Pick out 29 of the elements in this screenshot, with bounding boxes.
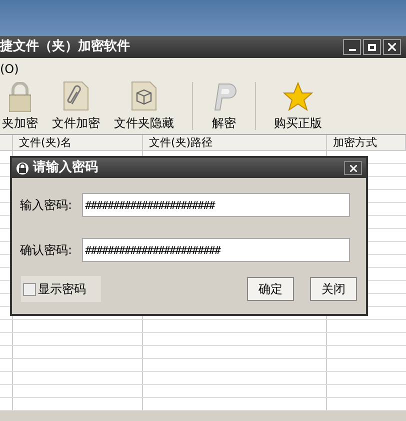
field-label: 输入密码: <box>20 197 74 214</box>
dialog-button[interactable]: 确定 <box>247 277 294 301</box>
star-icon <box>283 82 313 112</box>
cube-document-icon <box>130 80 158 112</box>
menu-item[interactable]: (O) <box>0 60 19 78</box>
close-icon <box>388 43 396 51</box>
toolbar-button[interactable]: 文件加密 <box>50 80 102 132</box>
paperclip-document-icon <box>62 80 90 112</box>
password-field[interactable]: ######################## <box>82 238 350 262</box>
dialog-button[interactable]: 关闭 <box>310 277 357 301</box>
minimize-button[interactable] <box>343 39 361 55</box>
toolbar-button[interactable]: 文件夹隐藏 <box>112 80 176 132</box>
maximize-button[interactable] <box>363 39 381 55</box>
toolbar-button[interactable]: 解密 <box>209 80 239 132</box>
show-password-checkbox[interactable]: 显示密码 <box>21 276 101 302</box>
close-icon <box>350 164 356 172</box>
close-button[interactable] <box>383 39 401 55</box>
dialog-close-button[interactable] <box>344 161 362 175</box>
column-header[interactable]: 文件(夹)路径 <box>149 136 213 149</box>
column-header[interactable]: 文件(夹)名 <box>19 136 72 149</box>
field-label: 确认密码: <box>20 242 74 259</box>
lock-icon <box>9 82 31 112</box>
toolbar-button[interactable]: 夹加密 <box>0 82 40 132</box>
column-header[interactable]: 加密方式 <box>333 136 377 149</box>
password-field[interactable]: ####################### <box>82 193 350 217</box>
dialog-title: 请输入密码 <box>33 158 98 178</box>
toolbar-button[interactable]: 购买正版 <box>272 82 324 132</box>
window-title: 捷文件（夹）加密软件 <box>0 38 130 56</box>
lock-icon <box>16 162 29 174</box>
